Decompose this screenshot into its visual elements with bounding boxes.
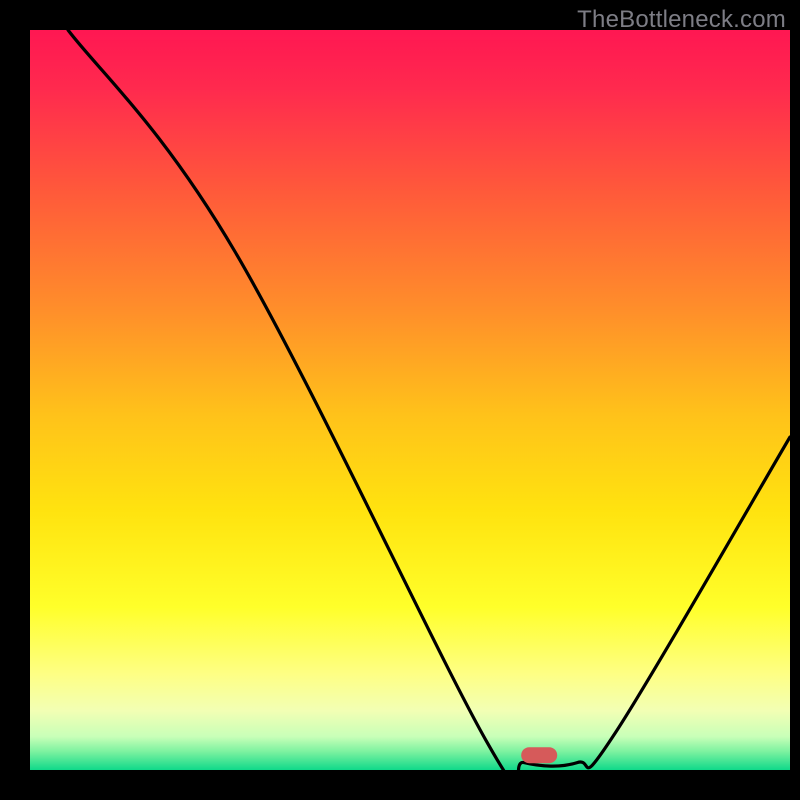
bottleneck-chart	[0, 0, 800, 800]
plot-background	[30, 30, 790, 770]
optimum-marker	[521, 747, 557, 763]
watermark-label: TheBottleneck.com	[577, 6, 786, 34]
chart-container: TheBottleneck.com	[0, 0, 800, 800]
